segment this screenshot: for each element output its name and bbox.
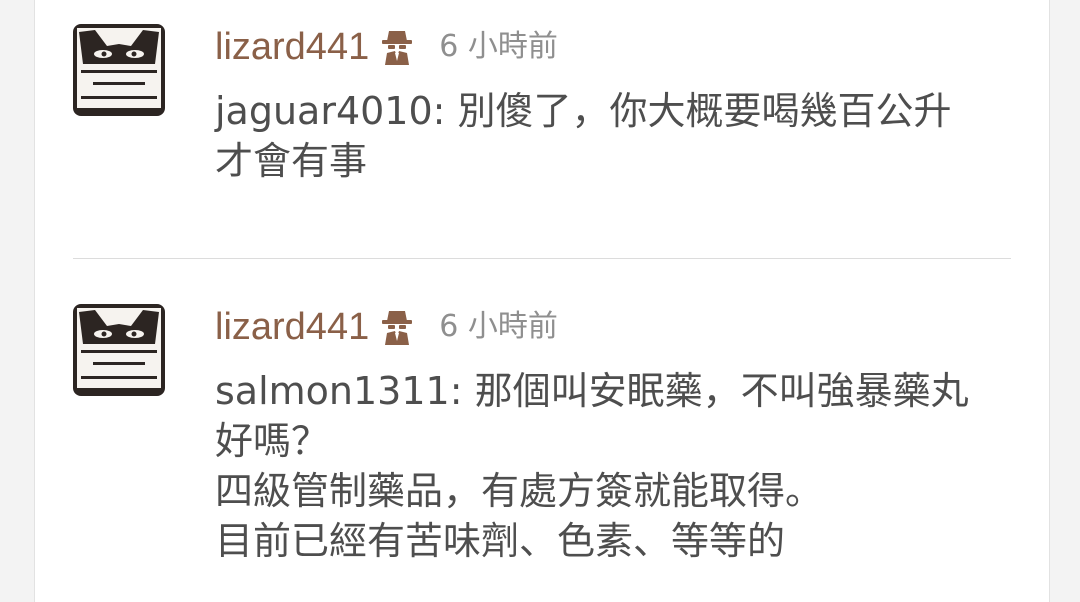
comment-body: jaguar4010: 別傻了，你大概要喝幾百公升 才會有事 — [215, 86, 1035, 186]
comment-line: salmon1311: 那個叫安眠藥，不叫強暴藥丸 — [215, 369, 969, 413]
comment-timestamp: 6 小時前 — [439, 29, 558, 64]
comment-line: 才會有事 — [215, 139, 368, 183]
username-link[interactable]: lizard441 — [215, 308, 369, 346]
username-link[interactable]: lizard441 — [215, 28, 369, 66]
comment-line: 目前已經有苦味劑、色素、等等的 — [215, 519, 786, 563]
masked-face-avatar-icon — [73, 304, 165, 396]
comment-thread: lizard441 6 小時前 jaguar4010: 別傻了，你大概要喝幾百公… — [34, 0, 1050, 602]
comment-meta: lizard441 6 小時前 — [215, 22, 558, 72]
comment-meta: lizard441 6 小時前 — [215, 302, 558, 352]
comment-line: jaguar4010: 別傻了，你大概要喝幾百公升 — [215, 89, 952, 133]
comment-line: 四級管制藥品，有處方簽就能取得。 — [215, 469, 824, 513]
spy-icon — [381, 29, 413, 65]
user-avatar[interactable] — [73, 24, 165, 116]
comment-divider — [73, 258, 1011, 259]
user-avatar[interactable] — [73, 304, 165, 396]
comment-body: salmon1311: 那個叫安眠藥，不叫強暴藥丸 好嗎？ 四級管制藥品，有處方… — [215, 366, 1035, 566]
masked-face-avatar-icon — [73, 24, 165, 116]
comment-timestamp: 6 小時前 — [439, 309, 558, 344]
comment-line: 好嗎？ — [215, 419, 330, 463]
spy-icon — [381, 309, 413, 345]
